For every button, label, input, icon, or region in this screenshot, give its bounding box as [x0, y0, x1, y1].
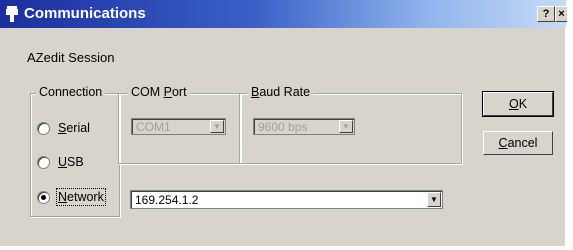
com-port-legend: COM Port — [128, 85, 190, 99]
session-label: AZedit Session — [27, 50, 115, 65]
connection-legend: Connection — [36, 85, 106, 99]
ok-button[interactable]: OK — [482, 91, 554, 117]
chevron-down-icon[interactable]: ▼ — [339, 120, 353, 133]
baud-rate-legend: Baud Rate — [248, 85, 314, 99]
baud-rate-select[interactable]: 9600 bps ▼ — [253, 118, 355, 135]
chevron-down-icon[interactable]: ▼ — [210, 120, 224, 133]
com-port-select[interactable]: COM1 ▼ — [131, 118, 226, 135]
title-bar[interactable]: Communications ? × — [0, 0, 567, 28]
communications-dialog: Communications ? × AZedit Session Connec… — [0, 0, 567, 247]
radio-network[interactable]: Network — [37, 188, 106, 206]
window-title: Communications — [24, 5, 146, 22]
cancel-button[interactable]: Cancel — [483, 131, 553, 155]
close-button[interactable]: × — [555, 6, 567, 22]
radio-network-dot[interactable] — [37, 190, 50, 204]
network-address-select[interactable]: 169.254.1.2 ▼ — [130, 190, 443, 209]
radio-usb-label: USB — [58, 155, 84, 169]
radio-network-label: Network — [56, 188, 106, 206]
radio-usb[interactable]: USB — [37, 155, 84, 169]
radio-serial-dot[interactable] — [37, 121, 50, 135]
radio-usb-dot[interactable] — [37, 155, 50, 169]
radio-serial-label: Serial — [58, 121, 90, 135]
radio-serial[interactable]: Serial — [37, 121, 90, 135]
chevron-down-icon[interactable]: ▼ — [427, 192, 441, 207]
network-address-value: 169.254.1.2 — [135, 193, 199, 207]
baud-rate-value: 9600 bps — [258, 120, 308, 134]
help-button[interactable]: ? — [537, 6, 555, 22]
com-port-value: COM1 — [136, 120, 171, 134]
app-icon — [6, 6, 18, 22]
